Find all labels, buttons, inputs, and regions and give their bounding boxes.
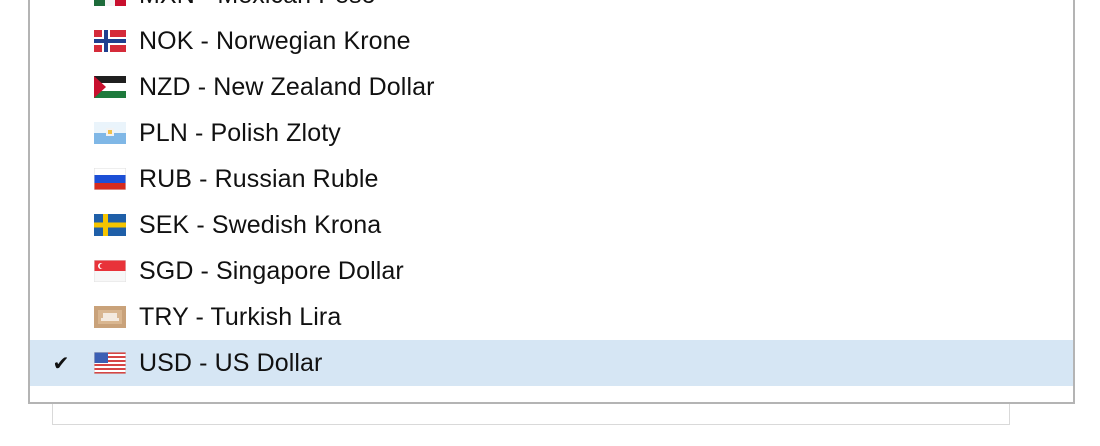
norway-flag-icon bbox=[94, 30, 126, 52]
new-zealand-flag-icon bbox=[94, 76, 126, 98]
currency-option-label: SGD - Singapore Dollar bbox=[139, 257, 404, 285]
screen: MXN - Mexican Peso NOK - Norwegian Krone… bbox=[0, 0, 1100, 446]
mexico-flag-icon bbox=[94, 0, 126, 6]
currency-options: MXN - Mexican Peso NOK - Norwegian Krone… bbox=[30, 0, 1073, 386]
currency-option-pln[interactable]: PLN - Polish Zloty bbox=[30, 110, 1073, 156]
poland-flag-icon bbox=[94, 122, 126, 144]
currency-option-label: RUB - Russian Ruble bbox=[139, 165, 379, 193]
usa-flag-icon bbox=[94, 352, 126, 374]
checkmark-icon: ✔ bbox=[52, 351, 70, 375]
sweden-flag-icon bbox=[94, 214, 126, 236]
russia-flag-icon bbox=[94, 168, 126, 190]
currency-option-label: NZD - New Zealand Dollar bbox=[139, 73, 435, 101]
currency-option-label: SEK - Swedish Krona bbox=[139, 211, 382, 239]
currency-option-try[interactable]: TRY - Turkish Lira bbox=[30, 294, 1073, 340]
currency-option-label: USD - US Dollar bbox=[139, 349, 323, 377]
currency-option-label: TRY - Turkish Lira bbox=[139, 303, 342, 331]
currency-option-label: MXN - Mexican Peso bbox=[139, 0, 376, 18]
currency-option-sek[interactable]: SEK - Swedish Krona bbox=[30, 202, 1073, 248]
currency-option-nzd[interactable]: NZD - New Zealand Dollar bbox=[30, 64, 1073, 110]
singapore-flag-icon bbox=[94, 260, 126, 282]
currency-option-rub[interactable]: RUB - Russian Ruble bbox=[30, 156, 1073, 202]
turkey-flag-icon bbox=[94, 306, 126, 328]
currency-option-label: PLN - Polish Zloty bbox=[139, 119, 341, 147]
currency-option-usd[interactable]: ✔ USD - US Dollar bbox=[30, 340, 1073, 386]
currency-dropdown-list[interactable]: MXN - Mexican Peso NOK - Norwegian Krone… bbox=[28, 0, 1075, 404]
currency-select-field[interactable] bbox=[52, 404, 1010, 425]
currency-option-nok[interactable]: NOK - Norwegian Krone bbox=[30, 18, 1073, 64]
currency-option-sgd[interactable]: SGD - Singapore Dollar bbox=[30, 248, 1073, 294]
currency-option-label: NOK - Norwegian Krone bbox=[139, 27, 411, 55]
currency-option-mxn[interactable]: MXN - Mexican Peso bbox=[30, 0, 1073, 18]
